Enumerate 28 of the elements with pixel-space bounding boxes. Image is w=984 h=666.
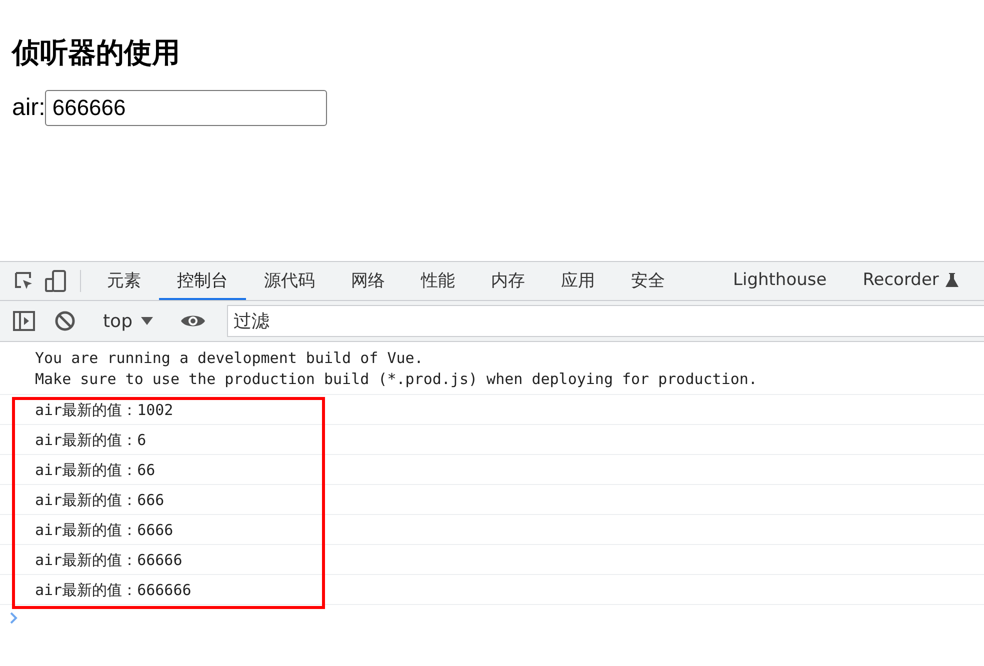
context-selector[interactable]: top <box>97 310 158 332</box>
input-field[interactable]: 666666 <box>45 90 328 126</box>
devtools-tab[interactable]: 网络 <box>333 262 403 300</box>
console-log-line: air最新的值：1002 <box>0 395 984 425</box>
console-log-line: air最新的值：66666 <box>0 545 984 575</box>
devtools-tab[interactable]: 内存 <box>473 262 543 300</box>
console-message: Make sure to use the production build (*.prod.js) when deploying for production. <box>35 369 758 390</box>
clear-icon[interactable] <box>54 310 76 332</box>
devtools-tab[interactable]: 元素 <box>89 262 159 300</box>
page-heading: 侦听器的使用 <box>12 35 181 70</box>
devtools-tab[interactable]: 应用 <box>543 262 613 300</box>
console-log-line: air最新的值：666 <box>0 485 984 515</box>
sidebar-icon[interactable] <box>12 309 36 333</box>
caret-icon <box>140 316 152 326</box>
devtools-tab[interactable]: 源代码 <box>246 262 333 300</box>
devtools-tab[interactable]: Recorder <box>844 262 977 300</box>
console-log-line: air最新的值：666666 <box>0 575 984 605</box>
console-log-line: air最新的值：66 <box>0 455 984 485</box>
field-label: air: <box>12 94 46 122</box>
filter-field[interactable]: 过滤 <box>226 305 984 337</box>
console-log-line: air最新的值：6 <box>0 425 984 455</box>
devtools-tab[interactable]: Lighthouse <box>715 262 845 300</box>
devtools-tab[interactable]: 性能 <box>403 262 473 300</box>
device-icon[interactable] <box>44 269 68 293</box>
devtools-tab[interactable]: 安全 <box>613 262 683 300</box>
flask-icon <box>944 272 959 288</box>
console-log-line: air最新的值：6666 <box>0 515 984 545</box>
console-message: You are running a development build of Vue. <box>35 348 424 369</box>
